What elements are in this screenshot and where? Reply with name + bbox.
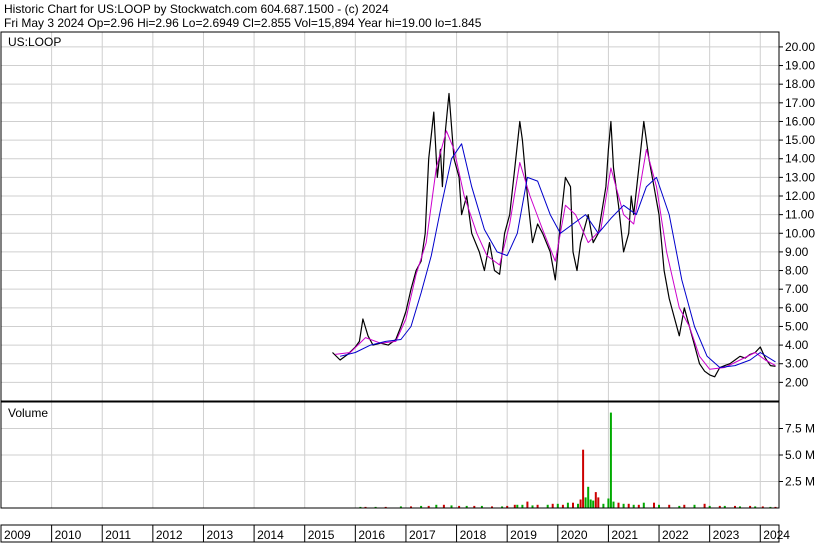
year-tick-label: 2024 — [763, 528, 790, 542]
volume-bar — [587, 486, 590, 508]
price-y-tick-label: 5.00 — [785, 319, 809, 333]
price-y-tick-label: 14.00 — [785, 152, 815, 166]
volume-bar — [592, 500, 595, 508]
chart-window: Historic Chart for US:LOOP by Stockwatch… — [0, 0, 830, 543]
volume-bar — [582, 449, 585, 508]
price-y-tick-label: 9.00 — [785, 245, 809, 259]
volume-bar — [607, 498, 610, 508]
year-tick-label: 2015 — [308, 528, 335, 542]
year-tick-label: 2013 — [206, 528, 233, 542]
price-y-tick-label: 13.00 — [785, 170, 815, 184]
volume-bar — [572, 502, 574, 508]
volume-bar — [703, 503, 706, 508]
price-panel-frame — [0, 31, 780, 402]
price-y-tick-label: 3.00 — [785, 357, 809, 371]
price-y-tick-label: 6.00 — [785, 301, 809, 315]
volume-bar — [551, 503, 554, 508]
volume-bar — [642, 502, 645, 508]
price-y-tick-label: 20.00 — [785, 40, 815, 54]
volume-bar — [566, 502, 569, 508]
price-panel-title: US:LOOP — [8, 35, 61, 49]
price-y-tick-label: 16.00 — [785, 114, 815, 128]
volume-bar — [612, 501, 615, 508]
price-y-tick-label: 17.00 — [785, 96, 815, 110]
volume-y-tick-label: 2.5 M — [785, 475, 815, 489]
year-tick-label: 2009 — [4, 528, 31, 542]
volume-bar — [589, 499, 592, 508]
volume-bar — [584, 497, 587, 508]
price-y-tick-label: 10.00 — [785, 226, 815, 240]
volume-bar — [609, 412, 612, 508]
year-tick-label: 2014 — [257, 528, 284, 542]
price-plot — [332, 92, 776, 378]
price-y-tick-label: 11.00 — [785, 208, 814, 222]
year-tick-label: 2010 — [55, 528, 82, 542]
year-tick-label: 2021 — [611, 528, 638, 542]
volume-bar — [597, 497, 600, 508]
volume-bar — [602, 503, 605, 508]
volume-bar — [526, 501, 529, 508]
year-tick-label: 2022 — [662, 528, 689, 542]
volume-bar — [627, 503, 630, 508]
volume-y-tick-label: 7.5 M — [785, 422, 815, 436]
price-y-tick-label: 2.00 — [785, 375, 809, 389]
volume-bar — [617, 502, 620, 508]
year-tick-label: 2019 — [510, 528, 537, 542]
volume-plot — [359, 412, 777, 508]
volume-y-tick-label: 5.0 M — [785, 448, 815, 462]
volume-panel-title: Volume — [8, 406, 48, 420]
volume-bar — [579, 499, 582, 508]
panel-frames — [0, 31, 780, 543]
volume-bar — [622, 503, 625, 508]
price-grid — [0, 32, 779, 401]
year-axis: 2009 2010 2011 2012 2013 2014 2015 2016 2017 2018… — [0, 525, 790, 542]
price-y-tick-label: 4.00 — [785, 338, 809, 352]
year-tick-label: 2023 — [713, 528, 740, 542]
price-y-tick-label: 12.00 — [785, 189, 815, 203]
year-tick-label: 2016 — [358, 528, 385, 542]
volume-bar — [556, 503, 559, 508]
price-y-tick-label: 15.00 — [785, 133, 815, 147]
price-y-axis: 20.00 19.00 18.00 17.00 16.00 15.00 14.00 13.00… — [779, 40, 815, 389]
volume-bar — [653, 502, 655, 508]
volume-grid — [0, 402, 779, 508]
stock-chart: US:LOOP Volume 20.00 19.00 18.00 17.00 16.00… — [0, 31, 815, 543]
year-tick-label: 2017 — [409, 528, 436, 542]
volume-bar — [577, 503, 579, 508]
price-y-tick-label: 8.00 — [785, 264, 809, 278]
price-y-tick-label: 18.00 — [785, 77, 815, 91]
volume-y-axis: 7.5 M 5.0 M 2.5 M — [779, 422, 815, 489]
price-y-tick-label: 7.00 — [785, 282, 809, 296]
year-tick-label: 2011 — [105, 528, 131, 542]
year-tick-label: 2020 — [561, 528, 588, 542]
volume-bar — [594, 492, 597, 508]
price-y-tick-label: 19.00 — [785, 59, 815, 73]
year-tick-label: 2018 — [460, 528, 487, 542]
year-tick-label: 2012 — [156, 528, 183, 542]
